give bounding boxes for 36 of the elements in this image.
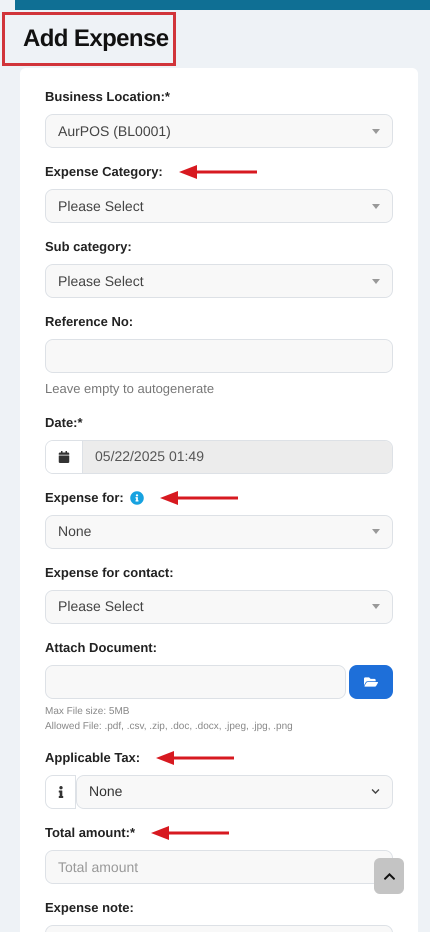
caret-icon bbox=[372, 529, 380, 534]
caret-icon bbox=[372, 128, 380, 134]
chevron-down-icon bbox=[371, 787, 380, 796]
input-field[interactable]: Total amount bbox=[45, 850, 393, 884]
field-label: Applicable Tax: bbox=[45, 748, 140, 767]
field-label: Date:* bbox=[45, 414, 83, 432]
field-label: Total amount:* bbox=[45, 824, 136, 842]
folder-icon bbox=[364, 674, 378, 688]
select-field[interactable]: None bbox=[45, 514, 393, 548]
page-title: Add Expense bbox=[23, 24, 168, 54]
input-field[interactable] bbox=[45, 339, 393, 373]
field-label: Reference No: bbox=[45, 313, 134, 332]
select-field[interactable]: None bbox=[76, 774, 393, 808]
help-text: Leave empty to autogenerate bbox=[45, 380, 216, 398]
file-field[interactable] bbox=[45, 664, 346, 698]
help-text: Max File size: 5MB bbox=[45, 704, 130, 718]
field-label: Business Location:* bbox=[45, 88, 170, 106]
field-label: Sub category: bbox=[45, 238, 132, 256]
caret-icon bbox=[372, 278, 380, 284]
field-label: Expense for: bbox=[45, 488, 124, 507]
calendar-icon bbox=[58, 450, 70, 462]
date-field[interactable]: 05/22/2025 01:49 bbox=[45, 440, 393, 474]
select-field[interactable]: Please Select bbox=[45, 590, 393, 624]
info-icon[interactable] bbox=[130, 490, 144, 504]
field-label: Attach Document: bbox=[45, 638, 157, 657]
field-label: Expense Category: bbox=[45, 163, 163, 182]
select-field[interactable]: Please Select bbox=[45, 189, 393, 223]
select-field[interactable]: AurPOS (BL0001) bbox=[45, 114, 393, 148]
caret-icon bbox=[372, 204, 380, 208]
field-label: Expense for contact: bbox=[45, 564, 174, 582]
caret-icon bbox=[372, 604, 380, 609]
browse-button[interactable] bbox=[349, 664, 393, 698]
select-field[interactable]: Please Select bbox=[45, 264, 393, 298]
help-text: Allowed File: .pdf, .csv, .zip, .doc, .docx, .jpeg, .jpg, .png bbox=[45, 720, 294, 734]
field-label: Expense note: bbox=[45, 898, 134, 917]
scroll-top-button[interactable] bbox=[374, 858, 404, 894]
